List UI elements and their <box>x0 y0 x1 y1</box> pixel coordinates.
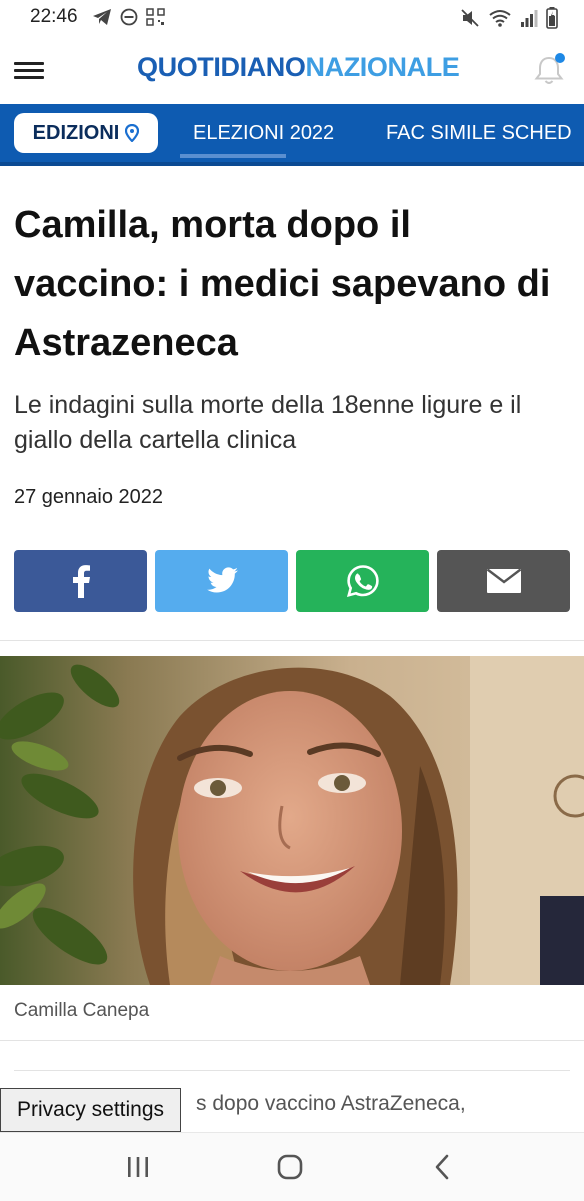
share-whatsapp-button[interactable] <box>296 550 429 612</box>
home-icon[interactable] <box>270 1151 310 1183</box>
article-date: 27 gennaio 2022 <box>14 486 164 508</box>
site-header: QUOTIDIANONAZIONALE <box>0 36 584 104</box>
logo-part-quotidiano: QUOTIDIANO <box>137 52 306 82</box>
whatsapp-icon <box>346 565 379 598</box>
status-time: 22:46 <box>30 6 78 27</box>
mute-icon <box>461 9 479 27</box>
location-pin-icon <box>125 124 140 142</box>
qr-code-icon <box>146 8 165 26</box>
share-divider <box>0 640 584 641</box>
facebook-icon <box>72 565 90 598</box>
recent-apps-icon[interactable] <box>118 1151 158 1183</box>
site-logo[interactable]: QUOTIDIANONAZIONALE <box>137 52 460 83</box>
photo-caption: Camilla Canepa <box>14 1000 150 1021</box>
email-icon <box>486 568 521 593</box>
battery-icon <box>546 7 558 29</box>
related-teaser-text[interactable]: s dopo vaccino AstraZeneca, <box>196 1092 466 1116</box>
status-bar: 22:46 <box>0 0 584 36</box>
hamburger-menu-icon[interactable] <box>14 62 44 80</box>
telegram-icon <box>93 9 111 25</box>
article-photo <box>0 656 584 985</box>
twitter-icon <box>206 567 238 593</box>
logo-part-nazionale: NAZIONALE <box>305 52 460 82</box>
signal-icon <box>521 10 538 27</box>
article-subtitle: Le indagini sulla morte della 18enne lig… <box>14 391 522 454</box>
share-email-button[interactable] <box>437 550 570 612</box>
edizioni-button[interactable]: EDIZIONI <box>14 113 158 153</box>
do-not-disturb-icon <box>120 8 138 26</box>
system-navigation-bar <box>0 1132 584 1201</box>
article-title: Camilla, morta dopo il vaccino: i medici… <box>14 204 551 364</box>
edizioni-label: EDIZIONI <box>32 121 120 144</box>
tab-fac-simile-scheda[interactable]: FAC SIMILE SCHED <box>386 122 572 145</box>
back-icon[interactable] <box>422 1151 462 1183</box>
tab-elezioni-2022[interactable]: ELEZIONI 2022 <box>193 122 334 145</box>
caption-divider <box>0 1040 584 1041</box>
notification-bell-icon[interactable] <box>531 52 567 88</box>
share-twitter-button[interactable] <box>155 550 288 612</box>
teaser-divider <box>14 1070 570 1071</box>
section-nav: EDIZIONI ELEZIONI 2022 FAC SIMILE SCHED <box>0 104 584 162</box>
active-tab-indicator <box>180 154 286 158</box>
privacy-settings-button[interactable]: Privacy settings <box>0 1088 181 1132</box>
wifi-icon <box>489 10 511 27</box>
nav-divider <box>0 162 584 166</box>
share-facebook-button[interactable] <box>14 550 147 612</box>
